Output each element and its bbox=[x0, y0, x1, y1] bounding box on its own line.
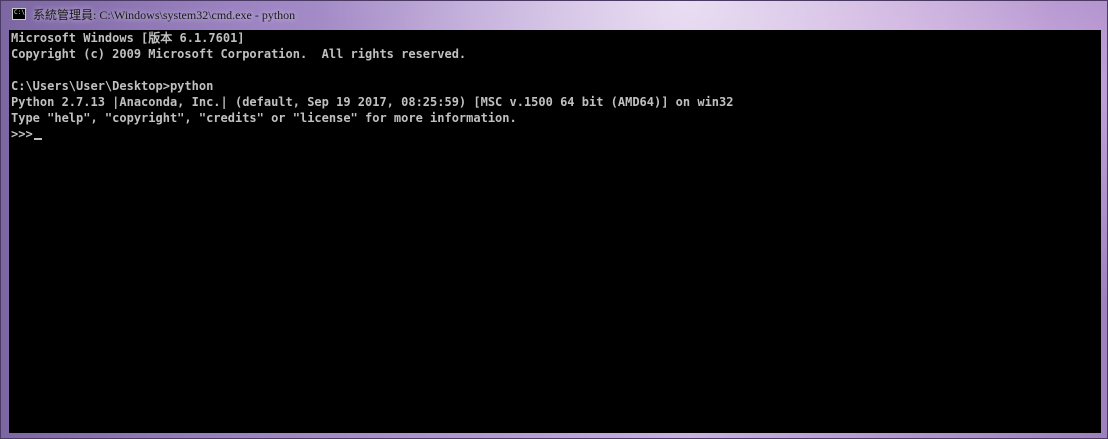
console-icon[interactable] bbox=[12, 8, 26, 20]
console-line: Type "help", "copyright", "credits" or "… bbox=[11, 111, 517, 125]
window-title: 系統管理員: C:\Windows\system32\cmd.exe - pyt… bbox=[33, 8, 296, 22]
console-prompt-line[interactable]: >>> bbox=[11, 126, 42, 142]
console-line: Microsoft Windows [版本 6.1.7601] bbox=[11, 31, 245, 45]
console-line: Copyright (c) 2009 Microsoft Corporation… bbox=[11, 47, 467, 61]
python-prompt: >>> bbox=[11, 127, 33, 141]
title-bar[interactable]: 系統管理員: C:\Windows\system32\cmd.exe - pyt… bbox=[1, 1, 1107, 29]
cmd-window: 系統管理員: C:\Windows\system32\cmd.exe - pyt… bbox=[0, 0, 1108, 439]
text-cursor bbox=[33, 138, 42, 140]
console-line: C:\Users\User\Desktop>python bbox=[11, 79, 214, 93]
console-output[interactable]: Microsoft Windows [版本 6.1.7601] Copyrigh… bbox=[9, 30, 1101, 433]
console-line: Python 2.7.13 |Anaconda, Inc.| (default,… bbox=[11, 95, 734, 109]
